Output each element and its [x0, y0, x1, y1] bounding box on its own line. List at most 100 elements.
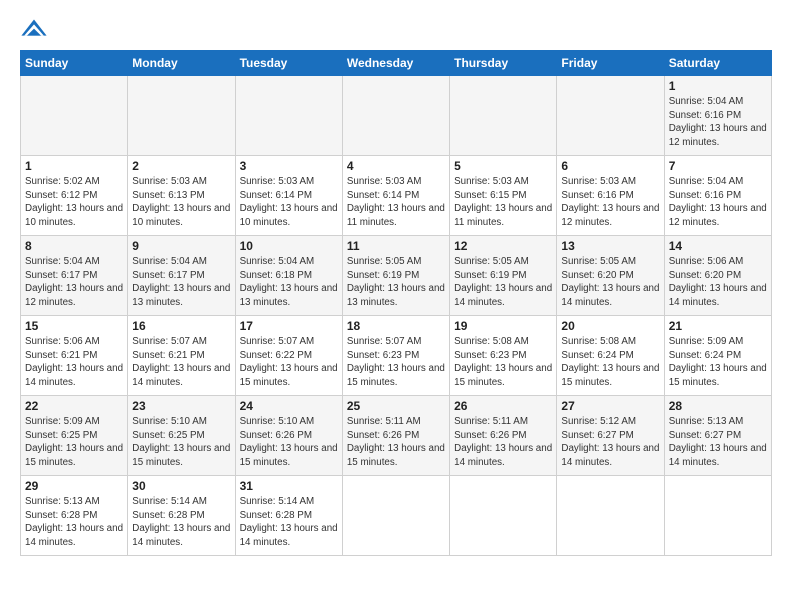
cell-details: Sunrise: 5:07 AMSunset: 6:22 PMDaylight:… [240, 336, 338, 388]
days-header-row: SundayMondayTuesdayWednesdayThursdayFrid… [21, 51, 772, 76]
cell-details: Sunrise: 5:13 AMSunset: 6:27 PMDaylight:… [669, 416, 767, 468]
day-number: 20 [561, 319, 659, 333]
calendar-cell: 11Sunrise: 5:05 AMSunset: 6:19 PMDayligh… [342, 236, 449, 316]
day-header-monday: Monday [128, 51, 235, 76]
day-number: 13 [561, 239, 659, 253]
calendar-cell: 12 Sunrise: 5:05 AMSunset: 6:19 PMDayligh… [450, 236, 557, 316]
day-number: 28 [669, 399, 767, 413]
day-header-sunday: Sunday [21, 51, 128, 76]
calendar-cell: 1 Sunrise: 5:02 AMSunset: 6:12 PMDaylight… [21, 156, 128, 236]
calendar-cell: 21Sunrise: 5:09 AMSunset: 6:24 PMDayligh… [664, 316, 771, 396]
cell-details: Sunrise: 5:03 AMSunset: 6:15 PMDaylight:… [454, 176, 552, 228]
cell-details: Sunrise: 5:07 AMSunset: 6:21 PMDaylight:… [132, 336, 230, 388]
week-row-6: 29 Sunrise: 5:13 AMSunset: 6:28 PMDayligh… [21, 476, 772, 556]
calendar-cell [450, 476, 557, 556]
calendar-cell: 25Sunrise: 5:11 AMSunset: 6:26 PMDayligh… [342, 396, 449, 476]
day-number: 27 [561, 399, 659, 413]
cell-details: Sunrise: 5:07 AMSunset: 6:23 PMDaylight:… [347, 336, 445, 388]
cell-details: Sunrise: 5:08 AMSunset: 6:23 PMDaylight:… [454, 336, 552, 388]
calendar-cell [342, 476, 449, 556]
calendar-cell: 22 Sunrise: 5:09 AMSunset: 6:25 PMDayligh… [21, 396, 128, 476]
day-number: 9 [132, 239, 230, 253]
calendar-cell: 2Sunrise: 5:03 AMSunset: 6:13 PMDaylight… [128, 156, 235, 236]
cell-details: Sunrise: 5:10 AMSunset: 6:25 PMDaylight:… [132, 416, 230, 468]
week-row-4: 15Sunrise: 5:06 AMSunset: 6:21 PMDayligh… [21, 316, 772, 396]
calendar-cell: 8Sunrise: 5:04 AMSunset: 6:17 PMDaylight… [21, 236, 128, 316]
day-number: 11 [347, 239, 445, 253]
calendar-cell [450, 76, 557, 156]
calendar-cell: 20 Sunrise: 5:08 AMSunset: 6:24 PMDayligh… [557, 316, 664, 396]
day-number: 26 [454, 399, 552, 413]
logo [20, 16, 52, 44]
calendar-cell: 31 Sunrise: 5:14 AMSunset: 6:28 PMDayligh… [235, 476, 342, 556]
logo-icon [20, 16, 48, 44]
day-number: 12 [454, 239, 552, 253]
week-row-5: 22 Sunrise: 5:09 AMSunset: 6:25 PMDayligh… [21, 396, 772, 476]
cell-details: Sunrise: 5:14 AMSunset: 6:28 PMDaylight:… [240, 496, 338, 548]
calendar-cell: 3 Sunrise: 5:03 AMSunset: 6:14 PMDaylight… [235, 156, 342, 236]
calendar-table: SundayMondayTuesdayWednesdayThursdayFrid… [20, 50, 772, 556]
calendar-cell: 5 Sunrise: 5:03 AMSunset: 6:15 PMDaylight… [450, 156, 557, 236]
calendar-cell: 13 Sunrise: 5:05 AMSunset: 6:20 PMDayligh… [557, 236, 664, 316]
day-header-saturday: Saturday [664, 51, 771, 76]
header [20, 16, 772, 44]
day-number: 14 [669, 239, 767, 253]
calendar-cell: 7 Sunrise: 5:04 AMSunset: 6:16 PMDaylight… [664, 156, 771, 236]
calendar-cell [128, 76, 235, 156]
cell-details: Sunrise: 5:09 AMSunset: 6:25 PMDaylight:… [25, 416, 123, 468]
calendar-cell [235, 76, 342, 156]
calendar-cell: 29 Sunrise: 5:13 AMSunset: 6:28 PMDayligh… [21, 476, 128, 556]
day-header-tuesday: Tuesday [235, 51, 342, 76]
calendar-cell: 17Sunrise: 5:07 AMSunset: 6:22 PMDayligh… [235, 316, 342, 396]
cell-details: Sunrise: 5:05 AMSunset: 6:20 PMDaylight:… [561, 256, 659, 308]
cell-details: Sunrise: 5:04 AMSunset: 6:16 PMDaylight:… [669, 96, 767, 148]
cell-details: Sunrise: 5:03 AMSunset: 6:13 PMDaylight:… [132, 176, 230, 228]
day-number: 1 [25, 159, 123, 173]
calendar-cell: 27 Sunrise: 5:12 AMSunset: 6:27 PMDayligh… [557, 396, 664, 476]
day-number: 29 [25, 479, 123, 493]
calendar-body: 1 Sunrise: 5:04 AMSunset: 6:16 PMDaylight… [21, 76, 772, 556]
day-number: 1 [669, 79, 767, 93]
calendar-cell [557, 476, 664, 556]
cell-details: Sunrise: 5:11 AMSunset: 6:26 PMDaylight:… [347, 416, 445, 468]
page: SundayMondayTuesdayWednesdayThursdayFrid… [0, 0, 792, 612]
day-number: 22 [25, 399, 123, 413]
calendar-cell: 28 Sunrise: 5:13 AMSunset: 6:27 PMDayligh… [664, 396, 771, 476]
calendar-cell: 16 Sunrise: 5:07 AMSunset: 6:21 PMDayligh… [128, 316, 235, 396]
cell-details: Sunrise: 5:02 AMSunset: 6:12 PMDaylight:… [25, 176, 123, 228]
cell-details: Sunrise: 5:04 AMSunset: 6:16 PMDaylight:… [669, 176, 767, 228]
calendar-cell: 15Sunrise: 5:06 AMSunset: 6:21 PMDayligh… [21, 316, 128, 396]
week-row-1: 1 Sunrise: 5:04 AMSunset: 6:16 PMDaylight… [21, 76, 772, 156]
day-number: 3 [240, 159, 338, 173]
calendar-cell: 30 Sunrise: 5:14 AMSunset: 6:28 PMDayligh… [128, 476, 235, 556]
cell-details: Sunrise: 5:03 AMSunset: 6:14 PMDaylight:… [240, 176, 338, 228]
cell-details: Sunrise: 5:08 AMSunset: 6:24 PMDaylight:… [561, 336, 659, 388]
cell-details: Sunrise: 5:14 AMSunset: 6:28 PMDaylight:… [132, 496, 230, 548]
day-number: 24 [240, 399, 338, 413]
day-number: 7 [669, 159, 767, 173]
calendar-cell [342, 76, 449, 156]
calendar-cell [557, 76, 664, 156]
day-number: 16 [132, 319, 230, 333]
cell-details: Sunrise: 5:12 AMSunset: 6:27 PMDaylight:… [561, 416, 659, 468]
day-number: 18 [347, 319, 445, 333]
calendar-cell [21, 76, 128, 156]
cell-details: Sunrise: 5:03 AMSunset: 6:16 PMDaylight:… [561, 176, 659, 228]
cell-details: Sunrise: 5:05 AMSunset: 6:19 PMDaylight:… [454, 256, 552, 308]
cell-details: Sunrise: 5:09 AMSunset: 6:24 PMDaylight:… [669, 336, 767, 388]
cell-details: Sunrise: 5:04 AMSunset: 6:18 PMDaylight:… [240, 256, 338, 308]
cell-details: Sunrise: 5:04 AMSunset: 6:17 PMDaylight:… [25, 256, 123, 308]
day-number: 31 [240, 479, 338, 493]
calendar-cell: 26Sunrise: 5:11 AMSunset: 6:26 PMDayligh… [450, 396, 557, 476]
day-number: 5 [454, 159, 552, 173]
day-number: 30 [132, 479, 230, 493]
day-number: 19 [454, 319, 552, 333]
cell-details: Sunrise: 5:10 AMSunset: 6:26 PMDaylight:… [240, 416, 338, 468]
day-number: 6 [561, 159, 659, 173]
calendar-cell: 4Sunrise: 5:03 AMSunset: 6:14 PMDaylight… [342, 156, 449, 236]
day-number: 4 [347, 159, 445, 173]
cell-details: Sunrise: 5:13 AMSunset: 6:28 PMDaylight:… [25, 496, 123, 548]
day-header-wednesday: Wednesday [342, 51, 449, 76]
cell-details: Sunrise: 5:04 AMSunset: 6:17 PMDaylight:… [132, 256, 230, 308]
calendar-cell: 1 Sunrise: 5:04 AMSunset: 6:16 PMDaylight… [664, 76, 771, 156]
